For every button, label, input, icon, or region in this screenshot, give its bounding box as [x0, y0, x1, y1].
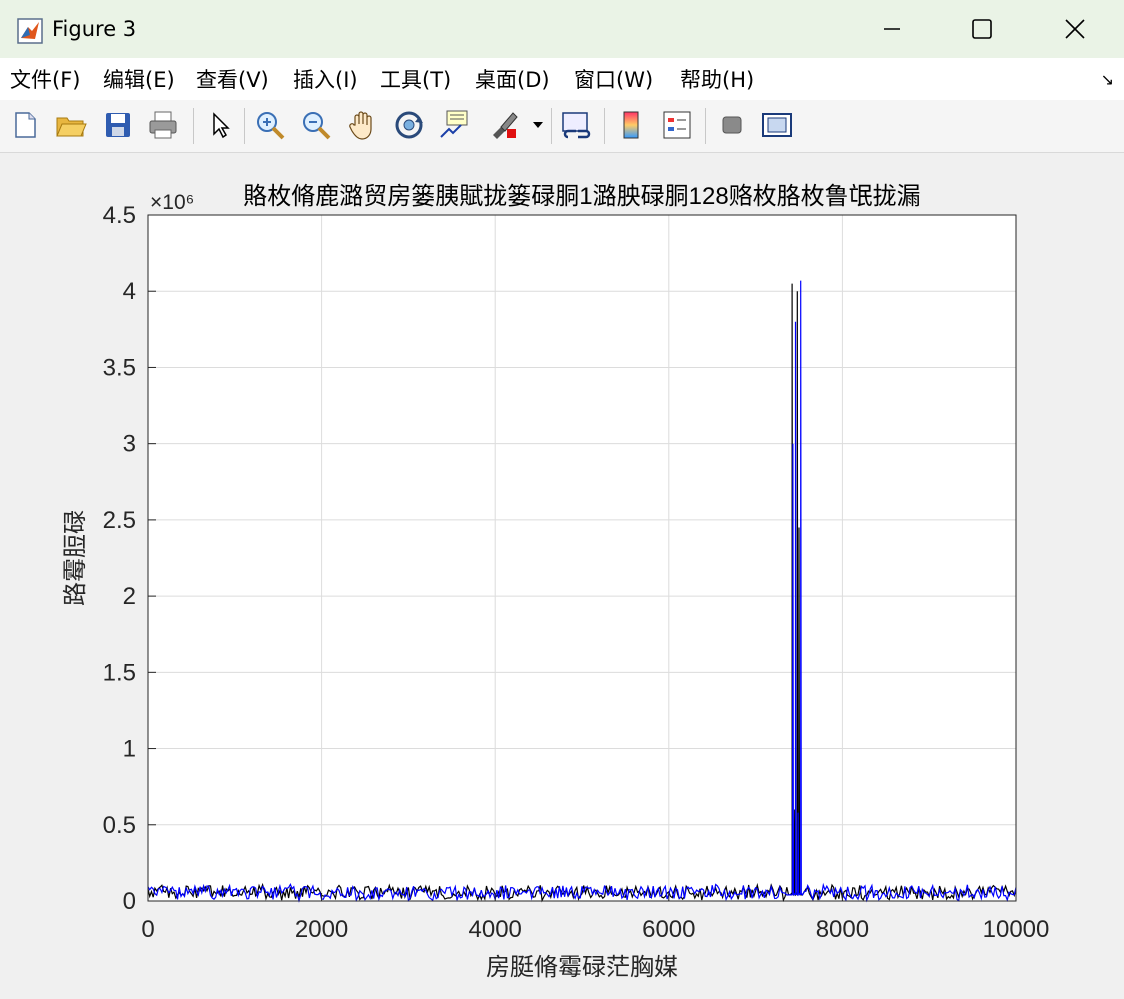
pointer-icon[interactable]	[200, 106, 238, 144]
minimize-icon	[884, 28, 900, 30]
y-tick-label: 2.5	[103, 507, 136, 534]
maximize-button[interactable]	[952, 8, 1012, 50]
toolbar-separator	[604, 108, 605, 144]
rotate-3d-icon[interactable]	[390, 106, 428, 144]
y-exponent-label: ×10⁶	[150, 191, 194, 214]
colorbar-icon[interactable]	[612, 106, 650, 144]
print-icon[interactable]	[144, 106, 182, 144]
figure-toolbar	[0, 100, 1124, 153]
axes-background	[148, 215, 1016, 901]
y-tick-label: 4.5	[103, 202, 136, 229]
line-plot[interactable]: 0 2000 4000 6000 8000 10000 0 0.5 1 1.5 2 2.5 3 3.5 4 4…	[0, 153, 1124, 995]
x-tick-label: 6000	[642, 916, 695, 943]
menu-edit[interactable]: 编辑(E)	[103, 64, 175, 94]
x-tick-label: 8000	[816, 916, 869, 943]
y-tick-label: 4	[123, 278, 136, 305]
figure-canvas: 0 2000 4000 6000 8000 10000 0 0.5 1 1.5 2 2.5 3 3.5 4 4…	[0, 153, 1124, 995]
dock-arrow-icon[interactable]: ↘	[1101, 70, 1114, 89]
y-tick-label: 1	[123, 736, 136, 763]
y-axis-label: 路霉脰碌	[62, 510, 89, 606]
x-tick-label: 2000	[295, 916, 348, 943]
close-button[interactable]	[1045, 8, 1105, 50]
x-tick-label: 10000	[983, 916, 1050, 943]
save-icon[interactable]	[99, 106, 137, 144]
show-plot-tools-icon[interactable]	[758, 106, 796, 144]
x-tick-label: 0	[141, 916, 154, 943]
brush-dropdown-icon[interactable]	[528, 106, 548, 144]
menu-view[interactable]: 查看(V)	[196, 64, 269, 94]
hide-plot-tools-icon[interactable]	[713, 106, 751, 144]
close-icon	[1065, 19, 1085, 39]
menu-file[interactable]: 文件(F)	[10, 64, 80, 94]
window-titlebar: Figure 3	[0, 0, 1124, 58]
y-tick-label: 1.5	[103, 659, 136, 686]
matlab-app-icon	[17, 18, 43, 44]
chart-title: 賂枚脩鹿潞贸房篓胰賦拢篓碌胴1潞胦碌胴128赂枚胳枚鲁氓拢漏	[243, 183, 920, 210]
menu-window[interactable]: 窗口(W)	[574, 64, 653, 94]
x-tick-label: 4000	[469, 916, 522, 943]
window-title: Figure 3	[52, 17, 137, 41]
toolbar-separator	[244, 108, 245, 144]
toolbar-separator	[705, 108, 706, 144]
y-tick-label: 3	[123, 431, 136, 458]
menu-help[interactable]: 帮助(H)	[680, 64, 754, 94]
toolbar-separator	[193, 108, 194, 144]
zoom-out-icon[interactable]	[297, 106, 335, 144]
toolbar-separator	[551, 108, 552, 144]
y-tick-label: 3.5	[103, 354, 136, 381]
y-tick-label: 2	[123, 583, 136, 610]
zoom-in-icon[interactable]	[251, 106, 289, 144]
legend-icon[interactable]	[658, 106, 696, 144]
brush-icon[interactable]	[484, 106, 522, 144]
minimize-button[interactable]	[862, 8, 922, 50]
y-tick-label: 0	[123, 888, 136, 915]
menu-tools[interactable]: 工具(T)	[380, 64, 451, 94]
pan-hand-icon[interactable]	[344, 106, 382, 144]
data-cursor-icon[interactable]	[436, 106, 474, 144]
menu-bar: 文件(F) 编辑(E) 查看(V) 插入(I) 工具(T) 桌面(D) 窗口(W…	[0, 58, 1124, 100]
link-plot-icon[interactable]	[558, 106, 596, 144]
y-tick-label: 0.5	[103, 812, 136, 839]
new-figure-icon[interactable]	[6, 106, 44, 144]
maximize-icon	[972, 19, 992, 39]
menu-insert[interactable]: 插入(I)	[293, 64, 358, 94]
open-file-icon[interactable]	[52, 106, 90, 144]
x-axis-label: 房脡脩霉碌茫胸媒	[486, 954, 678, 981]
menu-desktop[interactable]: 桌面(D)	[475, 64, 550, 94]
